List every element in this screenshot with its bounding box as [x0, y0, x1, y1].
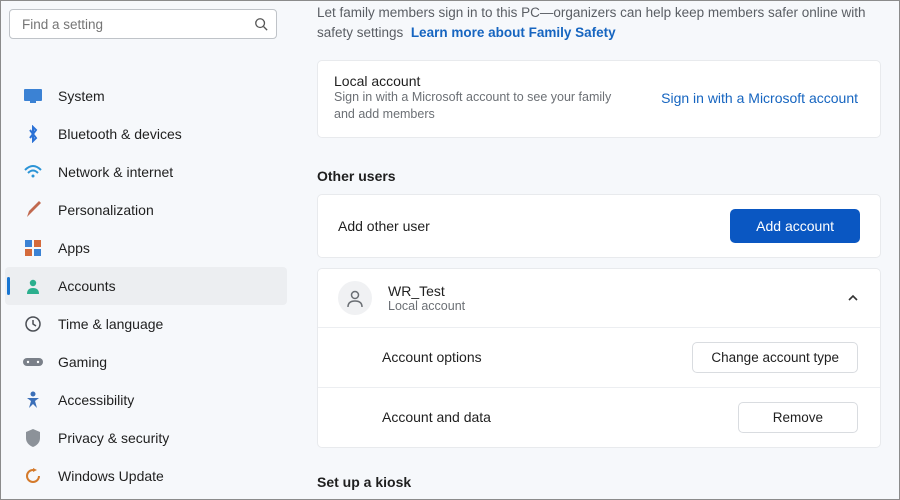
add-account-button[interactable]: Add account: [730, 209, 860, 243]
sidebar-item-update[interactable]: Windows Update: [5, 457, 287, 495]
user-card: WR_Test Local account Account options Ch…: [317, 268, 881, 448]
sidebar-item-label: Apps: [58, 240, 90, 256]
chevron-up-icon: [846, 291, 860, 305]
sidebar: System Bluetooth & devices Network & int…: [1, 1, 291, 499]
local-account-card: Local account Sign in with a Microsoft a…: [317, 60, 881, 138]
gamepad-icon: [23, 352, 43, 372]
remove-user-button[interactable]: Remove: [738, 402, 858, 433]
nav-list: System Bluetooth & devices Network & int…: [5, 77, 287, 495]
user-avatar: [338, 281, 372, 315]
add-other-user-row: Add other user Add account: [317, 194, 881, 258]
sidebar-item-label: Gaming: [58, 354, 107, 370]
sidebar-item-label: Personalization: [58, 202, 154, 218]
family-intro-text: Let family members sign in to this PC—or…: [317, 1, 881, 42]
shield-icon: [23, 428, 43, 448]
sidebar-item-label: Accessibility: [58, 392, 134, 408]
clock-icon: [23, 314, 43, 334]
change-account-type-button[interactable]: Change account type: [692, 342, 858, 373]
person-outline-icon: [346, 289, 364, 307]
update-icon: [23, 466, 43, 486]
sidebar-item-label: Network & internet: [58, 164, 173, 180]
sidebar-item-system[interactable]: System: [5, 77, 287, 115]
user-name: WR_Test: [388, 283, 465, 299]
wifi-icon: [23, 162, 43, 182]
account-data-label: Account and data: [382, 409, 491, 425]
paintbrush-icon: [23, 200, 43, 220]
sidebar-item-personalization[interactable]: Personalization: [5, 191, 287, 229]
bluetooth-icon: [23, 124, 43, 144]
sidebar-item-privacy[interactable]: Privacy & security: [5, 419, 287, 457]
sidebar-item-gaming[interactable]: Gaming: [5, 343, 287, 381]
person-icon: [23, 276, 43, 296]
sidebar-item-label: Windows Update: [58, 468, 164, 484]
sidebar-item-apps[interactable]: Apps: [5, 229, 287, 267]
sidebar-item-label: Accounts: [58, 278, 116, 294]
sidebar-item-label: System: [58, 88, 105, 104]
account-options-row: Account options Change account type: [318, 327, 880, 387]
sidebar-item-label: Time & language: [58, 316, 163, 332]
family-safety-link[interactable]: Learn more about Family Safety: [411, 25, 616, 40]
local-account-subtitle: Sign in with a Microsoft account to see …: [334, 89, 634, 123]
content-pane: Let family members sign in to this PC—or…: [301, 1, 899, 499]
user-card-header[interactable]: WR_Test Local account: [318, 269, 880, 327]
search-box[interactable]: [9, 9, 277, 39]
sidebar-item-bluetooth[interactable]: Bluetooth & devices: [5, 115, 287, 153]
local-account-title: Local account: [334, 73, 634, 89]
sidebar-item-label: Bluetooth & devices: [58, 126, 182, 142]
account-options-label: Account options: [382, 349, 482, 365]
sidebar-item-network[interactable]: Network & internet: [5, 153, 287, 191]
monitor-icon: [23, 86, 43, 106]
sidebar-item-accessibility[interactable]: Accessibility: [5, 381, 287, 419]
search-input[interactable]: [20, 16, 254, 33]
sidebar-item-accounts[interactable]: Accounts: [5, 267, 287, 305]
sidebar-item-label: Privacy & security: [58, 430, 169, 446]
account-data-row: Account and data Remove: [318, 387, 880, 447]
kiosk-heading: Set up a kiosk: [317, 474, 881, 490]
sidebar-item-time[interactable]: Time & language: [5, 305, 287, 343]
sign-in-microsoft-link[interactable]: Sign in with a Microsoft account: [661, 90, 858, 106]
apps-icon: [23, 238, 43, 258]
add-other-user-label: Add other user: [338, 218, 430, 234]
search-icon: [254, 17, 268, 31]
accessibility-icon: [23, 390, 43, 410]
other-users-heading: Other users: [317, 168, 881, 184]
user-type: Local account: [388, 299, 465, 313]
